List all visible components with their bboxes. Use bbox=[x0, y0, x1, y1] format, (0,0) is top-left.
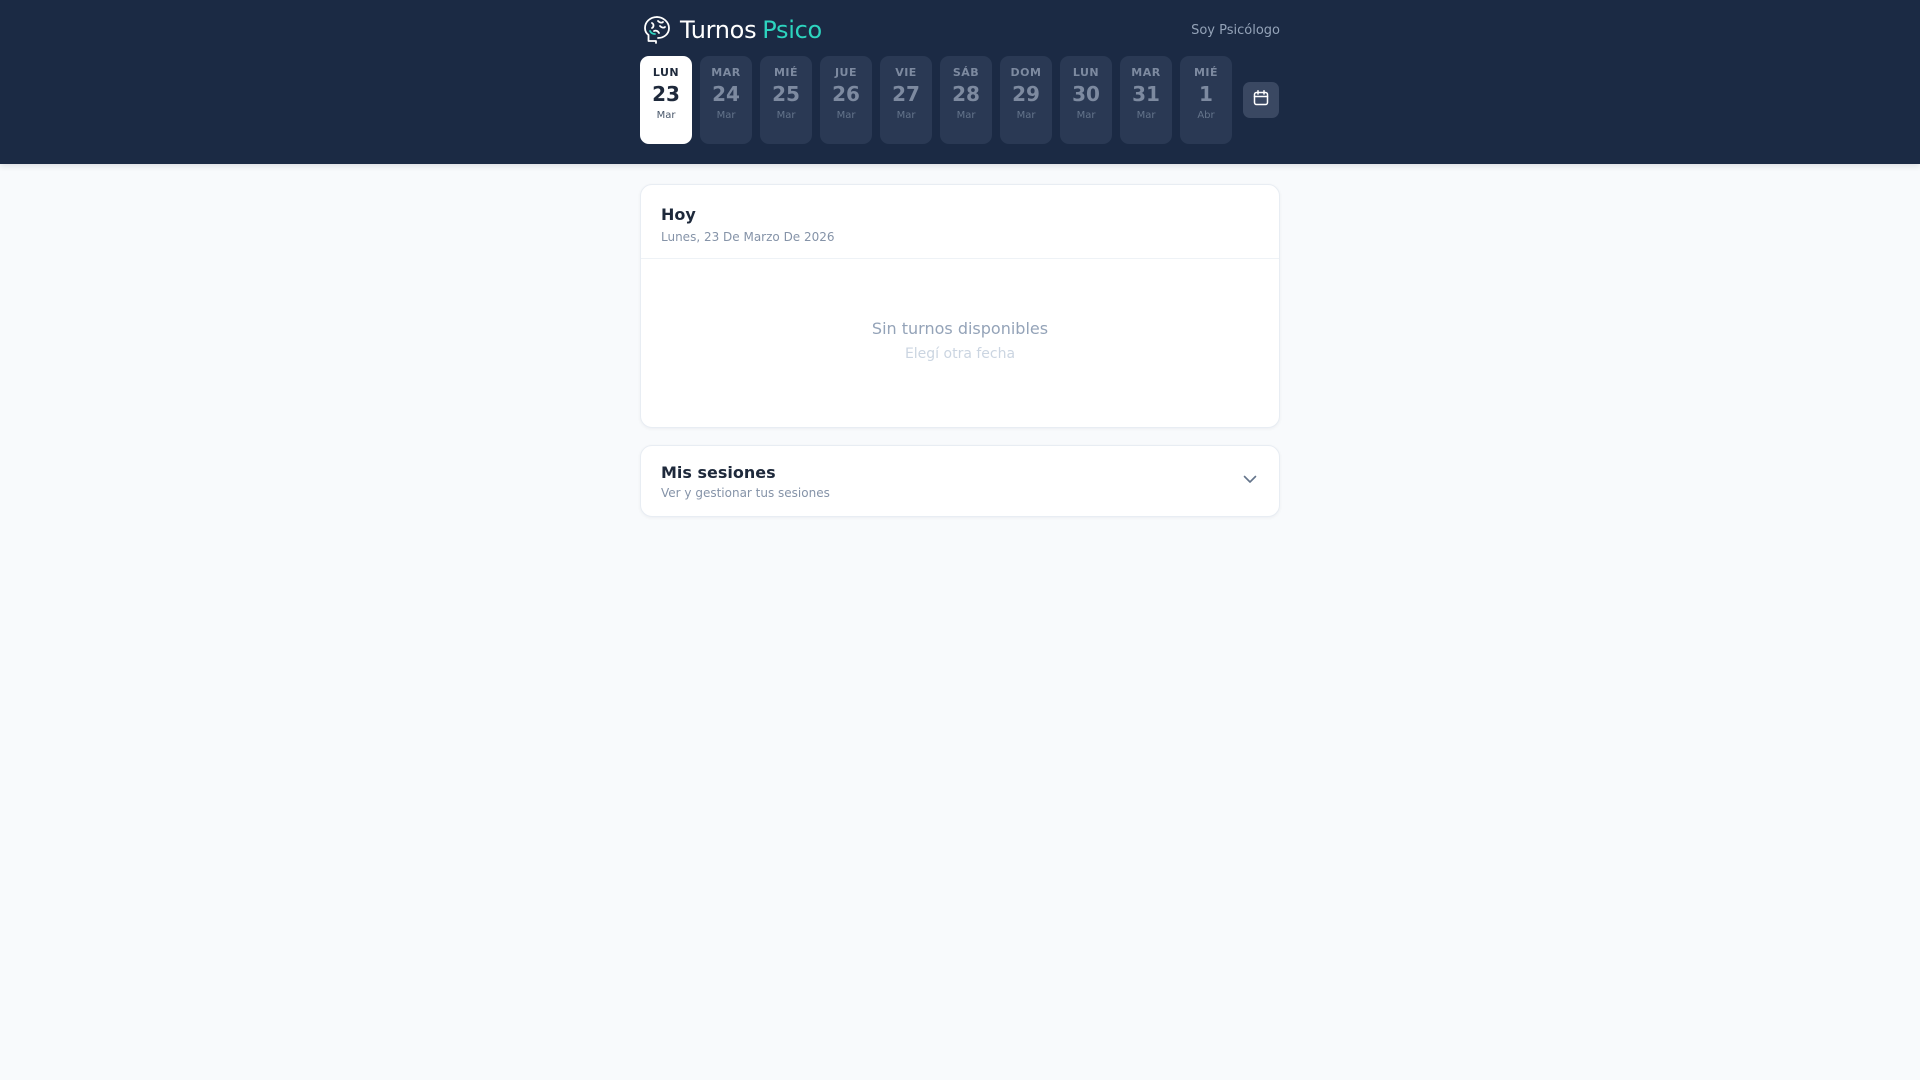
day-button[interactable]: LUN 23 Mar bbox=[640, 56, 692, 144]
day-number: 26 bbox=[832, 82, 860, 106]
day-month: Mar bbox=[1136, 110, 1156, 121]
day-of-week: VIE bbox=[895, 66, 917, 79]
day-of-week: MAR bbox=[711, 66, 741, 79]
sessions-text: Mis sesiones Ver y gestionar tus sesione… bbox=[661, 463, 830, 500]
day-of-week: LUN bbox=[652, 66, 680, 79]
day-of-week: LUN bbox=[1072, 66, 1100, 79]
brand-name-primary: Turnos bbox=[680, 16, 757, 44]
day-button[interactable]: DOM 29 Mar bbox=[1000, 56, 1052, 144]
calendar-icon bbox=[1252, 89, 1270, 111]
app-header: Turnos Psico Soy Psicólogo LUN 23 Mar MAR 24… bbox=[0, 0, 1920, 164]
sessions-subtitle: Ver y gestionar tus sesiones bbox=[661, 485, 830, 500]
day-number: 27 bbox=[892, 82, 920, 106]
day-of-week: JUE bbox=[834, 66, 858, 79]
day-of-week: MIÉ bbox=[773, 66, 799, 79]
day-number: 31 bbox=[1132, 82, 1160, 106]
brain-icon bbox=[640, 13, 674, 47]
day-number: 23 bbox=[652, 82, 680, 106]
day-of-week: DOM bbox=[1010, 66, 1042, 79]
today-title: Hoy bbox=[661, 205, 696, 224]
chevron-down-icon[interactable] bbox=[1241, 470, 1259, 492]
day-month: Mar bbox=[896, 110, 916, 121]
day-number: 28 bbox=[952, 82, 980, 106]
empty-state-title: Sin turnos disponibles bbox=[871, 319, 1049, 338]
day-of-week: SÁB bbox=[952, 66, 980, 79]
day-button[interactable]: SÁB 28 Mar bbox=[940, 56, 992, 144]
empty-state: Sin turnos disponibles Elegí otra fecha bbox=[641, 259, 1279, 362]
day-number: 29 bbox=[1012, 82, 1040, 106]
main-content: Hoy Lunes, 23 De Marzo De 2026 Sin turno… bbox=[640, 184, 1280, 517]
day-button[interactable]: MAR 24 Mar bbox=[700, 56, 752, 144]
day-number: 1 bbox=[1199, 82, 1213, 106]
date-picker-strip: LUN 23 Mar MAR 24 Mar MIÉ 25 Mar JUE 26 Mar VIE 2… bbox=[640, 56, 1280, 144]
brand-name-accent: Psico bbox=[762, 16, 822, 44]
today-card-header: Hoy Lunes, 23 De Marzo De 2026 bbox=[641, 185, 1279, 259]
day-month: Mar bbox=[656, 110, 676, 121]
day-button[interactable]: MAR 31 Mar bbox=[1120, 56, 1172, 144]
today-card: Hoy Lunes, 23 De Marzo De 2026 Sin turno… bbox=[640, 184, 1280, 428]
top-bar: Turnos Psico Soy Psicólogo bbox=[640, 0, 1280, 56]
sessions-title: Mis sesiones bbox=[661, 462, 776, 482]
brand[interactable]: Turnos Psico bbox=[640, 13, 822, 47]
psychologist-login-link[interactable]: Soy Psicólogo bbox=[1191, 23, 1280, 38]
today-date: Lunes, 23 De Marzo De 2026 bbox=[661, 230, 835, 244]
day-number: 24 bbox=[712, 82, 740, 106]
day-month: Mar bbox=[716, 110, 736, 121]
day-of-week: MIÉ bbox=[1193, 66, 1219, 79]
my-sessions-toggle[interactable]: Mis sesiones Ver y gestionar tus sesione… bbox=[640, 445, 1280, 517]
day-number: 25 bbox=[772, 82, 800, 106]
day-button[interactable]: LUN 30 Mar bbox=[1060, 56, 1112, 144]
day-month: Mar bbox=[836, 110, 856, 121]
day-button[interactable]: MIÉ 25 Mar bbox=[760, 56, 812, 144]
day-month: Mar bbox=[1076, 110, 1096, 121]
day-number: 30 bbox=[1072, 82, 1100, 106]
day-button[interactable]: VIE 27 Mar bbox=[880, 56, 932, 144]
day-month: Mar bbox=[776, 110, 796, 121]
brand-name: Turnos Psico bbox=[680, 16, 822, 44]
day-month: Mar bbox=[1016, 110, 1036, 121]
day-button[interactable]: JUE 26 Mar bbox=[820, 56, 872, 144]
open-calendar-button[interactable] bbox=[1243, 82, 1279, 118]
day-button[interactable]: MIÉ 1 Abr bbox=[1180, 56, 1232, 144]
day-month: Mar bbox=[956, 110, 976, 121]
day-of-week: MAR bbox=[1131, 66, 1161, 79]
day-month: Abr bbox=[1197, 110, 1215, 121]
empty-state-hint: Elegí otra fecha bbox=[904, 346, 1016, 362]
